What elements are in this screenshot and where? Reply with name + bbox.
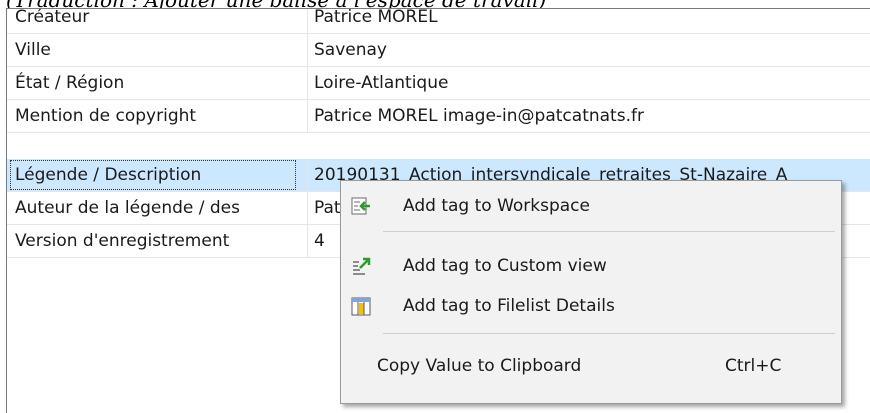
property-name: État / Région (15, 73, 125, 93)
property-name: Version d'enregistrement (15, 231, 230, 251)
menu-item-add-to-workspace[interactable]: Add tag to Workspace (341, 187, 841, 225)
menu-item-add-to-filelist-details[interactable]: Add tag to Filelist Details (341, 287, 841, 325)
menu-item-copy-value[interactable]: Copy Value to Clipboard Ctrl+C (341, 347, 841, 385)
menu-item-label: Copy Value to Clipboard (377, 356, 582, 376)
property-value: Patrice MOREL (307, 9, 870, 33)
menu-item-label: Add tag to Custom view (403, 256, 607, 276)
menu-separator (383, 231, 835, 232)
property-value: Loire-Atlantique (307, 67, 870, 99)
table-row[interactable]: Créateur Patrice MOREL (7, 8, 870, 34)
property-name: Ville (15, 40, 51, 60)
property-name: Auteur de la légende / des (15, 198, 240, 218)
menu-item-label: Add tag to Filelist Details (403, 296, 615, 316)
table-row[interactable]: État / Région Loire-Atlantique (7, 67, 870, 100)
filelist-details-icon (351, 296, 371, 316)
menu-separator (383, 333, 835, 334)
property-value: Savenay (307, 34, 870, 66)
property-value: Patrice MOREL image-in@patcatnats.fr (307, 100, 870, 132)
custom-view-icon (351, 256, 371, 276)
property-name: Créateur (15, 8, 90, 27)
menu-item-label: Add tag to Workspace (403, 196, 590, 216)
menu-item-add-to-custom-view[interactable]: Add tag to Custom view (341, 247, 841, 285)
context-menu: Add tag to Workspace Add tag to Custom v… (340, 180, 842, 404)
property-name: Légende / Description (9, 159, 297, 191)
table-row[interactable]: Ville Savenay (7, 34, 870, 67)
menu-item-shortcut: Ctrl+C (725, 356, 782, 376)
add-to-workspace-icon (351, 196, 371, 216)
property-name: Mention de copyright (15, 106, 197, 126)
table-row[interactable]: Mention de copyright Patrice MOREL image… (7, 100, 870, 133)
